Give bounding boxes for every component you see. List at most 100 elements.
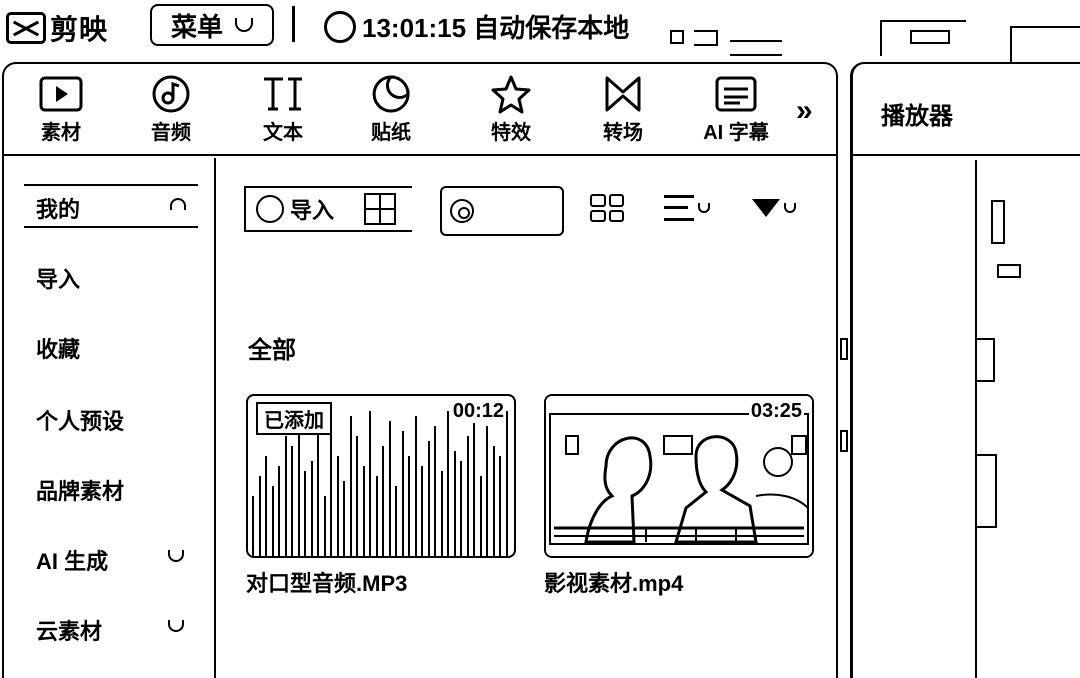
waveform-bar [408, 456, 413, 556]
menu-label: 菜单 [170, 11, 223, 42]
app-name: 剪映 [50, 14, 109, 45]
waveform-bar [375, 476, 381, 556]
search-input[interactable] [440, 186, 564, 236]
tool-label: 转场 [603, 122, 643, 144]
waveform-bar [466, 436, 472, 556]
tool-audio[interactable]: 音频 [136, 74, 206, 145]
sidebar-item-ai-generate[interactable]: AI 生成 [36, 544, 108, 576]
chevron-down-icon [698, 203, 710, 213]
panel-toggle-icon[interactable] [694, 30, 718, 46]
waveform-bar [382, 446, 387, 556]
more-tools-button[interactable]: » [796, 94, 813, 128]
preview-element [977, 338, 995, 382]
tool-text[interactable]: 文本 [248, 74, 318, 145]
waveform-bar [317, 426, 322, 556]
waveform-bar [297, 416, 303, 556]
waveform-bar [323, 496, 329, 556]
waveform-bar [395, 486, 400, 556]
waveform-bar [362, 466, 368, 556]
waveform-bar [421, 466, 426, 556]
sticker-icon [356, 74, 426, 114]
audio-icon [136, 74, 206, 114]
section-title: 全部 [248, 337, 296, 364]
autosave-text: 13:01:15 自动保存本地 [362, 13, 630, 43]
chevron-down-icon [235, 18, 253, 32]
waveform-bar [434, 426, 439, 556]
sidebar-item-brand[interactable]: 品牌素材 [36, 474, 124, 506]
effects-icon [476, 74, 546, 114]
transition-icon [588, 74, 658, 114]
media-card-video[interactable]: 03:25 影视素材.mp4 [544, 394, 814, 598]
tool-label: 特效 [491, 122, 531, 144]
waveform-bar [440, 471, 446, 556]
main-panel: 素材 音频 文本 贴纸 特效 转场 AI 字幕 » 我的 导入 收藏 个人预设 … [2, 62, 838, 678]
waveform-bar [369, 411, 374, 556]
title-bar: 剪映 菜单 13:01:15 自动保存本地 [0, 0, 1080, 62]
waveform-bar [356, 436, 361, 556]
import-icon [256, 195, 284, 223]
chevron-down-icon[interactable] [168, 620, 184, 632]
sidebar-item-favorites[interactable]: 收藏 [36, 332, 80, 364]
search-icon [450, 199, 474, 223]
tool-label: 文本 [263, 122, 303, 144]
subtitle-icon [698, 74, 774, 114]
tool-ai-subtitle[interactable]: AI 字幕 [698, 74, 774, 145]
tool-label: 音频 [151, 122, 191, 144]
tool-sticker[interactable]: 贴纸 [356, 74, 426, 145]
sidebar-item-cloud[interactable]: 云素材 [36, 614, 102, 646]
media-content: 导入 全部 已添加 00:12 对口型音频.MP3 03:25 影视素材.mp4 [218, 158, 836, 678]
media-name: 影视素材.mp4 [544, 571, 684, 596]
waveform-bar [427, 441, 433, 556]
preview-element [991, 200, 1005, 244]
player-canvas[interactable] [975, 160, 1080, 678]
sidebar-item-mine[interactable]: 我的 [36, 192, 80, 224]
media-card-audio[interactable]: 已添加 00:12 对口型音频.MP3 [246, 394, 516, 598]
menu-button[interactable]: 菜单 [150, 4, 274, 46]
media-icon [26, 74, 96, 114]
waveform-bar [486, 426, 491, 556]
window-button[interactable] [1010, 26, 1080, 62]
waveform-bar [492, 446, 498, 556]
shortcut-icon[interactable] [730, 40, 782, 56]
tool-transition[interactable]: 转场 [588, 74, 658, 145]
window-controls [670, 20, 1080, 62]
waveform-bar [447, 411, 452, 556]
qr-code-icon[interactable] [364, 193, 397, 225]
import-label: 导入 [290, 198, 335, 223]
player-panel: 播放器 [850, 62, 1080, 678]
waveform-bar [284, 436, 290, 556]
layout-toggle-icon[interactable] [670, 30, 684, 44]
sidebar-item-presets[interactable]: 个人预设 [36, 404, 124, 436]
waveform-bar [349, 416, 355, 556]
panel-resize-handle[interactable] [840, 338, 848, 360]
sort-icon [664, 195, 694, 221]
panel-resize-handle[interactable] [840, 430, 848, 452]
capcut-logo-icon [6, 12, 46, 44]
autosave-status: 13:01:15 自动保存本地 [324, 8, 629, 45]
audio-thumbnail[interactable]: 已添加 00:12 [246, 394, 516, 558]
filter-button[interactable] [752, 194, 814, 222]
tool-label: 贴纸 [371, 122, 411, 144]
waveform-bar [336, 456, 342, 556]
media-sidebar: 我的 导入 收藏 个人预设 品牌素材 AI 生成 云素材 [4, 158, 216, 678]
sort-button[interactable] [664, 194, 722, 222]
sidebar-item-import[interactable]: 导入 [36, 262, 80, 294]
player-header: 播放器 [853, 64, 1080, 156]
import-button[interactable]: 导入 [244, 186, 412, 232]
export-icon [910, 30, 950, 44]
tool-effects[interactable]: 特效 [476, 74, 546, 145]
duration-label: 03:25 [748, 400, 804, 423]
grid-view-icon[interactable] [590, 194, 624, 222]
duration-label: 00:12 [450, 400, 506, 423]
waveform-bar [258, 476, 264, 556]
tool-label: 素材 [41, 122, 81, 144]
chevron-up-icon[interactable] [170, 198, 186, 210]
filter-icon [752, 199, 780, 217]
waveform-bar [499, 456, 504, 556]
video-thumbnail[interactable]: 03:25 [544, 394, 814, 558]
waveform-bar [414, 416, 420, 556]
waveform-bar [401, 431, 407, 556]
chevron-down-icon[interactable] [168, 550, 184, 562]
tool-media[interactable]: 素材 [26, 74, 96, 145]
waveform-bar [278, 466, 283, 556]
